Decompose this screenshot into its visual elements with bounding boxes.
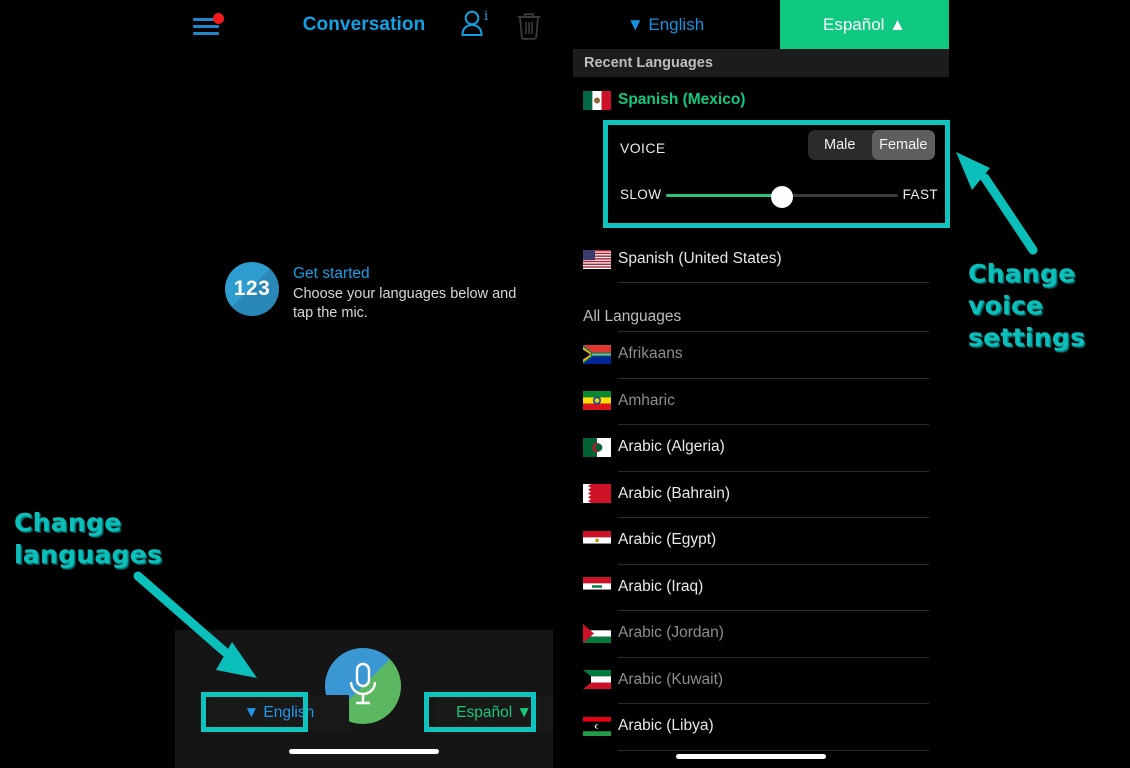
flag-icon-iq <box>583 577 611 596</box>
flag-icon-iq <box>583 577 611 596</box>
language-selection-panel: ▼ English Español ▲ Recent Languages Spa… <box>553 0 949 768</box>
get-started-badge: 123 <box>225 262 279 316</box>
flag-icon-eg <box>583 530 611 550</box>
get-started-description: Choose your languages below and tap the … <box>293 286 517 321</box>
flag-icon-ly <box>583 716 611 736</box>
flag-icon-ly <box>583 716 611 736</box>
language-list-item[interactable]: Afrikaans <box>553 331 949 377</box>
flag-icon-kw <box>583 670 611 689</box>
flag-icon-kw <box>583 670 611 689</box>
menu-bar <box>193 32 219 35</box>
person-info-icon[interactable]: i <box>458 8 496 42</box>
flag-icon-za <box>583 344 611 364</box>
annotation-change-languages: Change languages <box>14 507 194 571</box>
flag-icon-za <box>583 344 611 364</box>
home-indicator <box>289 749 439 754</box>
language-list-item[interactable]: Amharic <box>553 378 949 424</box>
trash-glyph <box>517 13 541 40</box>
person-info-glyph: i <box>461 9 488 36</box>
annotation-line: Change <box>968 259 1076 288</box>
flag-icon-dz <box>583 437 611 457</box>
language-list-item[interactable]: Spanish (Mexico) <box>553 77 949 123</box>
language-name: Arabic (Jordan) <box>618 624 724 641</box>
flag-icon-us <box>583 249 611 269</box>
language-list-item[interactable]: Arabic (Libya) <box>553 703 949 749</box>
language-list-item[interactable]: Arabic (Jordan) <box>553 610 949 656</box>
voice-settings-panel: VOICE Male Female SLOW FAST <box>603 120 950 228</box>
language-list-item[interactable]: Arabic (Bahrain) <box>553 471 949 517</box>
voice-gender-toggle[interactable]: Male Female <box>808 130 935 160</box>
language-list-item[interactable]: Spanish (United States) <box>553 236 949 282</box>
voice-option-female[interactable]: Female <box>871 130 935 160</box>
page-title: Conversation <box>302 14 426 35</box>
language-name: Arabic (Bahrain) <box>618 484 730 502</box>
app-top-bar: Conversation i <box>175 0 553 50</box>
language-name: Arabic (Libya) <box>618 717 714 734</box>
annotation-line: voice <box>968 291 1044 320</box>
language-list-item[interactable]: Arabic (Egypt) <box>553 517 949 563</box>
target-language-button[interactable]: Español ▼ <box>435 695 553 731</box>
flag-icon-bh <box>583 484 611 503</box>
flag-icon-eg <box>583 530 611 550</box>
slow-label: SLOW <box>620 187 662 202</box>
list-separator <box>618 282 929 283</box>
get-started-text: Get started Choose your languages below … <box>293 262 518 323</box>
flag-icon-dz <box>583 437 611 457</box>
all-languages-header: All Languages <box>583 308 682 325</box>
flag-icon-et <box>583 391 611 410</box>
flag-icon-us <box>583 249 611 269</box>
voice-label: VOICE <box>620 140 666 156</box>
flag-icon-mx <box>583 90 611 110</box>
menu-bar <box>193 25 219 28</box>
language-list-item[interactable]: Arabic (Iraq) <box>553 564 949 610</box>
language-name: Arabic (Kuwait) <box>618 670 724 688</box>
language-name: Spanish (United States) <box>618 250 782 267</box>
language-name: Arabic (Algeria) <box>618 438 725 455</box>
language-list-item[interactable]: Arabic (Kuwait) <box>553 657 949 703</box>
speed-slider-fill <box>666 194 782 197</box>
arrow-to-voice-settings <box>956 152 1038 255</box>
language-name: Arabic (Egypt) <box>618 531 717 548</box>
screenshot-root: Conversation i 123 Get started Choose yo… <box>0 0 1130 768</box>
language-name: Spanish (Mexico) <box>618 91 746 108</box>
language-name: Afrikaans <box>618 345 683 362</box>
get-started-title: Get started <box>293 265 370 282</box>
flag-icon-jo <box>583 623 611 643</box>
panel-target-language-button[interactable]: Español ▲ <box>780 0 949 49</box>
flag-icon-jo <box>583 623 611 643</box>
list-separator <box>618 749 929 751</box>
panel-source-language-button[interactable]: ▼ English <box>553 0 778 49</box>
annotation-line: Change <box>14 508 122 537</box>
source-language-button[interactable]: ▼ English <box>209 695 349 731</box>
flag-icon-et <box>583 391 611 410</box>
get-started-card: 123 Get started Choose your languages be… <box>225 262 525 323</box>
hamburger-menu-icon[interactable] <box>189 10 229 40</box>
annotation-voice-settings: Change voice settings <box>968 258 1118 354</box>
language-panel-top-bar: ▼ English Español ▲ <box>553 0 949 49</box>
language-list-item[interactable]: Arabic (Algeria) <box>553 424 949 470</box>
panel-home-indicator <box>676 754 826 759</box>
fast-label: FAST <box>902 187 938 202</box>
svg-text:i: i <box>484 9 488 24</box>
flag-icon-mx <box>583 90 611 110</box>
trash-icon[interactable] <box>512 8 546 42</box>
annotation-line: languages <box>14 540 163 569</box>
bottom-control-bar: ▼ English Español ▼ <box>175 630 553 768</box>
microphone-icon <box>349 662 377 705</box>
recent-languages-header: Recent Languages <box>573 49 949 77</box>
flag-icon-bh <box>583 484 611 503</box>
speed-slider-thumb[interactable] <box>771 186 793 208</box>
notification-dot-icon <box>213 13 224 24</box>
language-name: Arabic (Iraq) <box>618 577 704 595</box>
language-name: Amharic <box>618 391 675 409</box>
annotation-line: settings <box>968 323 1086 352</box>
voice-option-male[interactable]: Male <box>808 130 872 160</box>
